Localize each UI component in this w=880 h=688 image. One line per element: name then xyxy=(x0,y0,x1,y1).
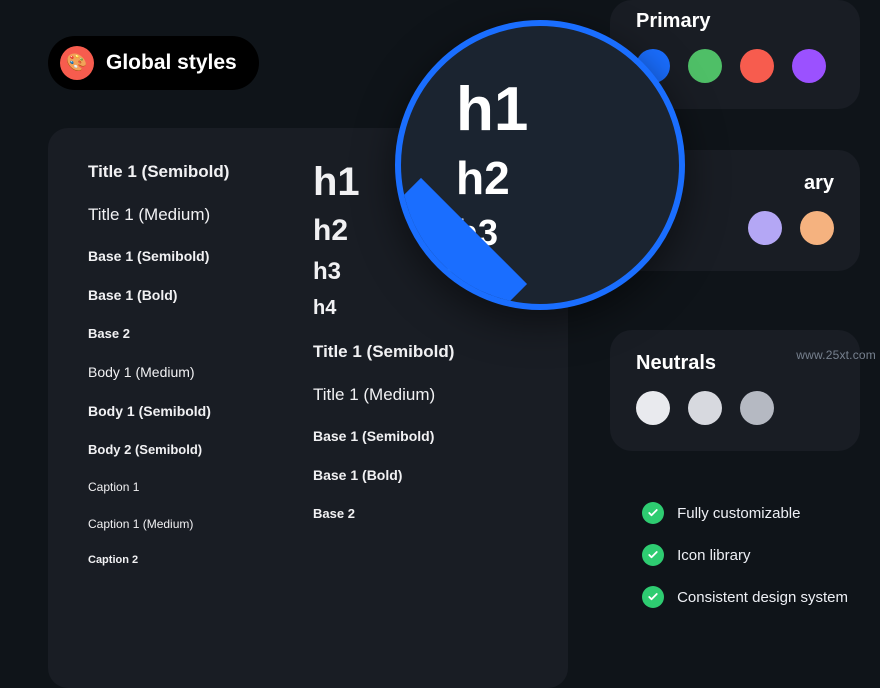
palette-icon: 🎨 xyxy=(60,46,94,80)
color-swatch[interactable] xyxy=(800,211,834,245)
typography-names-column: Title 1 (Semibold) Title 1 (Medium) Base… xyxy=(88,162,303,654)
typo-spec: Caption 1 (Medium) xyxy=(88,517,303,531)
plus-icon[interactable]: + xyxy=(431,267,453,289)
feature-item: Consistent design system xyxy=(642,586,848,608)
typo-spec: Title 1 (Semibold) xyxy=(313,342,528,362)
typo-spec: Title 1 (Medium) xyxy=(88,205,303,225)
lens-heading-h2: h2 xyxy=(456,155,679,201)
typo-spec: Base 1 (Bold) xyxy=(88,287,303,303)
check-icon xyxy=(642,502,664,524)
color-swatch[interactable] xyxy=(688,391,722,425)
typo-spec: Title 1 (Medium) xyxy=(313,385,528,405)
typo-spec: Base 1 (Bold) xyxy=(313,467,528,483)
card-title: Primary xyxy=(636,10,834,33)
feature-label: Consistent design system xyxy=(677,589,848,606)
typo-spec: Body 1 (Medium) xyxy=(88,364,303,380)
swatch-row xyxy=(636,49,834,83)
typo-spec: Caption 2 xyxy=(88,554,303,566)
color-swatch[interactable] xyxy=(792,49,826,83)
global-styles-badge: 🎨 Global styles xyxy=(48,36,259,90)
check-icon xyxy=(642,544,664,566)
typo-spec: Body 1 (Semibold) xyxy=(88,403,303,419)
color-swatch[interactable] xyxy=(740,49,774,83)
color-swatch[interactable] xyxy=(740,391,774,425)
color-swatch[interactable] xyxy=(636,391,670,425)
typo-spec: Base 2 xyxy=(88,326,303,341)
lens-heading-h1: h1 xyxy=(456,79,679,141)
feature-item: Icon library xyxy=(642,544,848,566)
features-list: Fully customizable Icon library Consiste… xyxy=(642,502,848,608)
color-swatch[interactable] xyxy=(688,49,722,83)
badge-title: Global styles xyxy=(106,51,237,75)
color-swatch[interactable] xyxy=(748,211,782,245)
watermark: www.25xt.com xyxy=(796,348,876,362)
typo-spec: Base 1 (Semibold) xyxy=(88,248,303,264)
feature-item: Fully customizable xyxy=(642,502,848,524)
swatch-row xyxy=(636,391,834,425)
typo-spec: Title 1 (Semibold) xyxy=(88,162,303,182)
typo-spec: Base 2 xyxy=(313,506,528,521)
magnifier-lens: h1 h2 h3 + xyxy=(395,20,685,310)
typo-spec: Caption 1 xyxy=(88,480,303,494)
typo-spec: Base 1 (Semibold) xyxy=(313,428,528,444)
feature-label: Icon library xyxy=(677,547,750,564)
feature-label: Fully customizable xyxy=(677,505,800,522)
typo-spec: Body 2 (Semibold) xyxy=(88,442,303,457)
check-icon xyxy=(642,586,664,608)
